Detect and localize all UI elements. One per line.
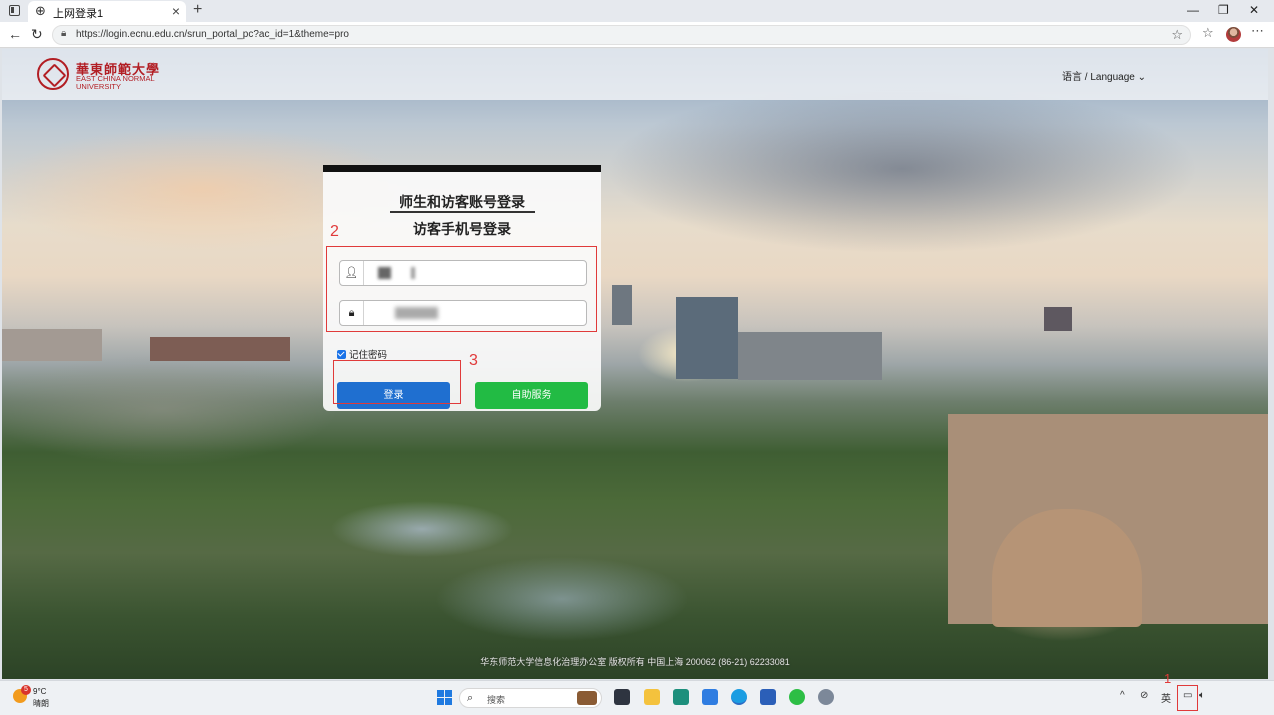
settings-gear-icon[interactable] (818, 689, 834, 705)
minimize-icon[interactable]: — (1187, 3, 1199, 17)
tab-title: 上网登录1 (53, 8, 104, 20)
browser-tab[interactable]: ⊕ 上网登录1 × (28, 1, 186, 22)
url-field[interactable]: 🔒︎ https://login.ecnu.edu.cn/srun_portal… (52, 25, 1191, 45)
background-building (612, 285, 632, 325)
search-icon: ⌕ (467, 692, 474, 704)
site-header: 華東師範大學 EAST CHINA NORMAL UNIVERSITY 语言 /… (2, 49, 1268, 100)
profile-avatar[interactable] (1226, 27, 1241, 42)
weather-condition[interactable]: 晴朗 (33, 698, 49, 709)
show-hidden-icons[interactable]: ^ (1120, 690, 1125, 701)
windows-taskbar: 5 9°C 晴朗 ⌕ 搜索 ^ ⊘ 英 ▭ 🔈︎ 1 (0, 671, 1274, 715)
remote-app-icon[interactable] (702, 689, 718, 705)
weather-badge: 5 (21, 685, 31, 695)
favorite-star-icon[interactable]: ☆ (1171, 27, 1183, 43)
annotation-number-3: 3 (469, 352, 478, 369)
annotation-box-credentials (326, 246, 597, 332)
chevron-down-icon: ⌄ (1137, 72, 1146, 83)
browser-tab-bar: ⊕ 上网登录1 × + — ❐ ✕ (0, 0, 1274, 22)
network-off-icon[interactable]: ⊘ (1140, 690, 1148, 701)
annotation-box-login (333, 360, 461, 404)
taskbar-search[interactable]: ⌕ 搜索 (459, 688, 602, 708)
background-building (1044, 307, 1072, 331)
word-icon[interactable] (760, 689, 776, 705)
edge-browser-icon[interactable] (731, 689, 747, 705)
checkbox-checked-icon[interactable] (337, 350, 346, 359)
close-tab-icon[interactable]: × (172, 3, 180, 19)
active-tab-underline (390, 211, 535, 213)
search-placeholder: 搜索 (487, 695, 506, 705)
address-bar-row: ← ↻ 🔒︎ https://login.ecnu.edu.cn/srun_po… (0, 22, 1274, 48)
portal-page: 華東師範大學 EAST CHINA NORMAL UNIVERSITY 语言 /… (2, 49, 1268, 679)
close-window-icon[interactable]: ✕ (1249, 3, 1259, 17)
annotation-box-network (1177, 685, 1198, 711)
copyright-footer: 华东师范大学信息化治理办公室 版权所有 中国上海 200062 (86-21) … (480, 657, 790, 667)
url-text: https://login.ecnu.edu.cn/srun_portal_pc… (76, 29, 349, 40)
background-building (676, 297, 738, 379)
background-building (992, 509, 1142, 627)
volume-icon[interactable]: 🔈︎ (1199, 690, 1205, 701)
tab-actions-icon[interactable] (9, 5, 20, 16)
lock-icon[interactable]: 🔒︎ (61, 28, 66, 39)
search-highlight-image (577, 691, 597, 705)
favorites-icon[interactable]: ☆ (1202, 25, 1214, 41)
language-dropdown[interactable]: 语言 / Language ⌄ (1062, 68, 1146, 83)
ime-indicator[interactable]: 英 (1161, 690, 1171, 705)
app-icon[interactable] (673, 689, 689, 705)
logo-english-name: EAST CHINA NORMAL UNIVERSITY (76, 74, 155, 91)
back-icon[interactable]: ← (8, 26, 22, 42)
tab-phone-login[interactable]: 访客手机号登录 (323, 219, 601, 239)
remember-password-checkbox[interactable]: 记住密码 (337, 347, 387, 361)
file-explorer-icon[interactable] (644, 689, 660, 705)
more-menu-icon[interactable]: ⋯ (1251, 23, 1264, 39)
background-building (2, 329, 102, 361)
globe-icon: ⊕ (35, 3, 46, 18)
new-tab-button[interactable]: + (193, 1, 202, 19)
background-building (738, 332, 882, 380)
university-seal-icon (37, 58, 69, 90)
start-menu-icon[interactable] (437, 690, 452, 705)
self-service-button[interactable]: 自助服务 (475, 382, 588, 409)
restore-icon[interactable]: ❐ (1218, 3, 1229, 17)
tab-account-login[interactable]: 师生和访客账号登录 (323, 192, 601, 212)
annotation-number-2: 2 (330, 223, 339, 240)
refresh-icon[interactable]: ↻ (31, 26, 43, 43)
show-desktop-button[interactable] (1230, 687, 1250, 707)
wechat-icon[interactable] (789, 689, 805, 705)
background-building (150, 337, 290, 361)
weather-temperature[interactable]: 9°C (33, 687, 46, 696)
task-view-icon[interactable] (614, 689, 630, 705)
language-label: 语言 / Language (1062, 72, 1135, 83)
annotation-number-1: 1 (1164, 671, 1172, 686)
